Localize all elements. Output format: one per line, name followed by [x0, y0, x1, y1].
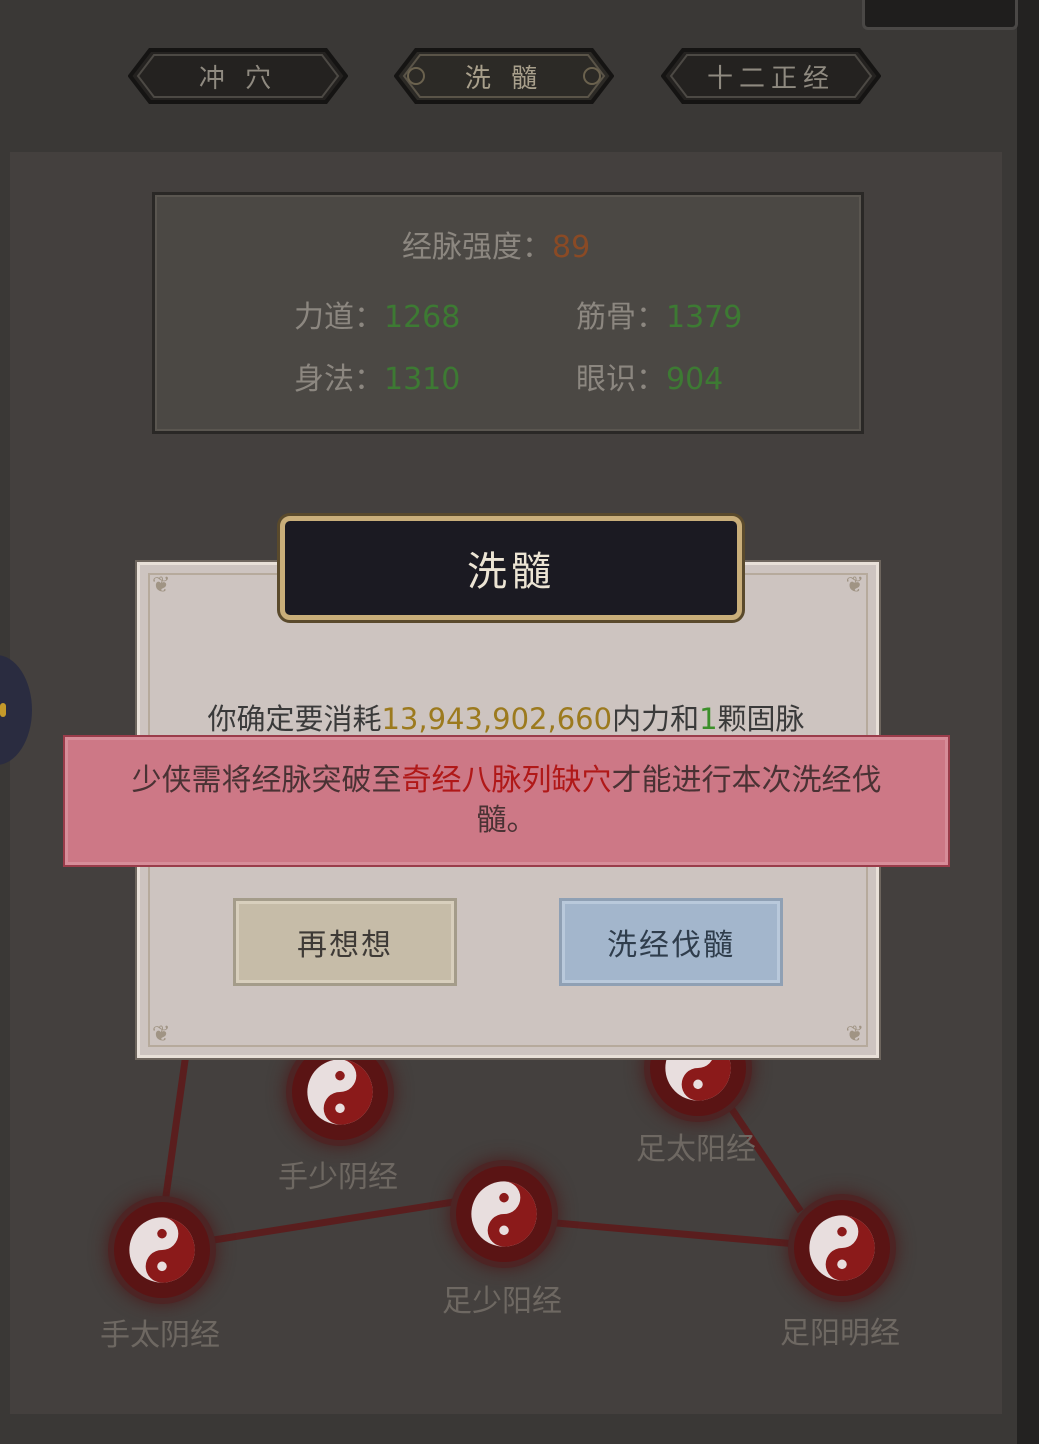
right-edge	[1017, 0, 1039, 1444]
stat-insight-label: 眼识：	[576, 362, 666, 397]
tab-xisui[interactable]: 洗 髓	[394, 46, 614, 106]
yin-yang-icon	[809, 1215, 875, 1281]
top-corner-button[interactable]	[862, 0, 1018, 30]
dialog-title: 洗髓	[280, 516, 742, 620]
meridian-strength-value: 89	[552, 230, 591, 265]
meridian-node-shoushaoyin[interactable]	[292, 1044, 388, 1140]
stat-insight: 眼识：904	[576, 354, 723, 398]
meridian-label: 足少阳经	[442, 1284, 562, 1319]
meridian-label: 手少阴经	[278, 1160, 398, 1195]
toast-prefix: 少侠需将经脉突破至	[131, 763, 402, 798]
message-suffix: 颗固脉	[717, 702, 805, 736]
corner-ornament-icon: ❦	[845, 573, 864, 598]
meridian-node-zuyangming[interactable]	[794, 1200, 890, 1296]
message-amount: 13,943,902,660	[381, 702, 613, 736]
stat-insight-value: 904	[666, 362, 724, 397]
meridian-node-shoutaiyin[interactable]	[114, 1202, 210, 1298]
message-prefix: 你确定要消耗	[207, 702, 382, 736]
toast-message: 少侠需将经脉突破至奇经八脉列缺穴才能进行本次洗经伐髓。	[105, 761, 908, 841]
meridian-label: 足阳明经	[780, 1316, 900, 1351]
stat-bone-label: 筋骨：	[576, 300, 666, 335]
tab-chongxue[interactable]: 冲 穴	[128, 46, 348, 106]
stat-agility: 身法：1310	[294, 354, 460, 398]
confirm-button[interactable]: 洗经伐髓	[559, 898, 783, 986]
meridian-node-zushaoyang[interactable]	[456, 1166, 552, 1262]
yin-yang-icon	[307, 1059, 373, 1125]
stat-bone: 筋骨：1379	[576, 292, 742, 336]
stat-bone-value: 1379	[666, 300, 743, 335]
message-mid: 内力和	[612, 702, 700, 736]
stat-power: 力道：1268	[294, 292, 460, 336]
dialog-message: 你确定要消耗13,943,902,660内力和1颗固脉	[148, 696, 864, 738]
meridian-strength-label: 经脉强度：	[402, 230, 552, 265]
meridian-label: 足太阳经	[636, 1132, 756, 1167]
corner-ornament-icon: ❦	[152, 573, 171, 598]
corner-ornament-icon: ❦	[845, 1022, 864, 1047]
side-indicator-dot	[0, 703, 6, 717]
tab-label: 冲 穴	[198, 63, 278, 94]
stat-power-label: 力道：	[294, 300, 384, 335]
meridian-label: 手太阴经	[100, 1318, 220, 1353]
tab-shierzhengjing[interactable]: 十二正经	[661, 46, 881, 106]
stat-power-value: 1268	[384, 300, 461, 335]
corner-ornament-icon: ❦	[152, 1022, 171, 1047]
toast-highlight: 奇经八脉列缺穴	[401, 763, 612, 798]
cancel-button[interactable]: 再想想	[233, 898, 457, 986]
yin-yang-icon	[129, 1217, 195, 1283]
stat-agility-label: 身法：	[294, 362, 384, 397]
stat-agility-value: 1310	[384, 362, 461, 397]
meridian-strength: 经脉强度：89	[402, 222, 590, 266]
yin-yang-icon	[471, 1181, 537, 1247]
tab-label: 洗 髓	[464, 63, 544, 94]
warning-toast: 少侠需将经脉突破至奇经八脉列缺穴才能进行本次洗经伐髓。	[63, 735, 950, 867]
tab-label: 十二正经	[706, 63, 835, 94]
message-count: 1	[699, 702, 718, 736]
